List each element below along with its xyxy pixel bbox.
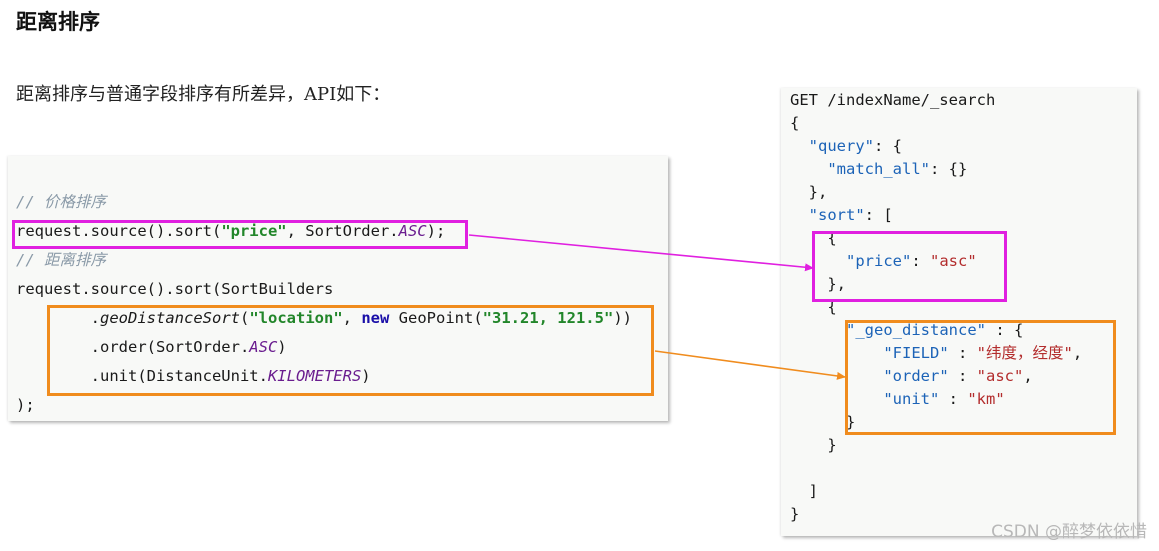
json-punct: ] [808, 482, 819, 500]
json-punct: : [ [864, 206, 893, 224]
json-geo-highlight [845, 320, 1116, 435]
request-line: GET /indexName/_search [790, 91, 996, 109]
comment-price-sort: // 价格排序 [16, 193, 106, 211]
json-punct: : {} [929, 160, 968, 178]
json-key: "query" [808, 137, 874, 155]
match-all-line: "match_all": {} [790, 158, 1082, 181]
price-sort-highlight [12, 220, 468, 249]
json-price-highlight [812, 231, 1007, 302]
watermark: CSDN @醉梦依依惜 [991, 522, 1147, 542]
query-line: "query": { [790, 135, 1082, 158]
json-key: "sort" [808, 206, 865, 224]
page-title: 距离排序 [16, 10, 100, 34]
json-key: "match_all" [827, 160, 930, 178]
json-punct: : { [874, 137, 902, 155]
distance-sort-line: request.source().sort(SortBuilders [16, 280, 334, 298]
description-text: 距离排序与普通字段排序有所差异，API如下： [16, 84, 391, 105]
json-brace: } [790, 434, 1082, 457]
comment-distance-sort: // 距离排序 [16, 251, 106, 269]
json-bracket: ] [790, 480, 1082, 503]
json-punct: } [827, 436, 837, 454]
sort-line: "sort": [ [790, 204, 1082, 227]
json-brace: { [790, 114, 800, 132]
json-code-block: GET /indexName/_search { "query": { "matc… [790, 89, 1082, 526]
json-punct: }, [808, 183, 828, 201]
geo-sort-highlight [47, 305, 654, 396]
json-brace: }, [790, 181, 1082, 204]
